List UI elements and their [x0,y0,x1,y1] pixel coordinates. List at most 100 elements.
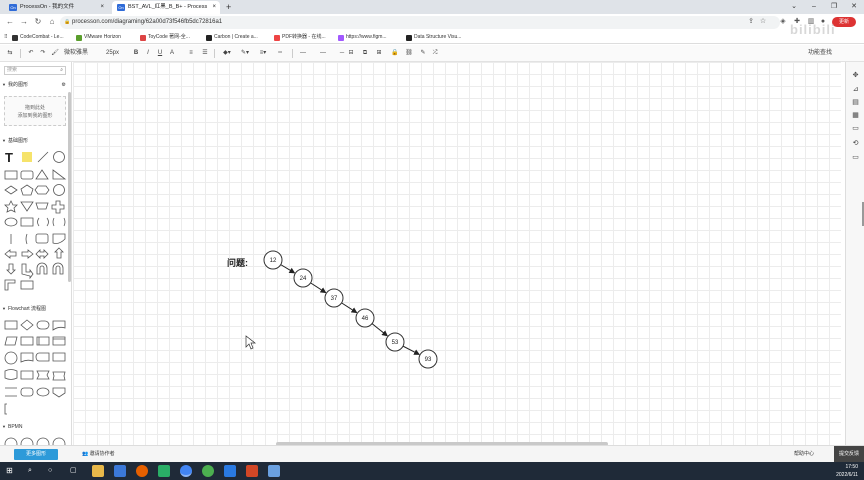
flowchart-header[interactable]: ▼ Flowchart 流程图 [0,304,71,314]
edge-arrow[interactable] [280,264,296,274]
maximize-button[interactable]: ❐ [824,0,844,14]
window-close-button[interactable]: ✕ [844,0,864,14]
profile-update-button[interactable]: 更新 [832,17,856,27]
italic-button[interactable]: I [144,48,152,59]
home-icon[interactable]: ⌂ [46,16,58,28]
format-painter-icon[interactable]: 🖌 [50,48,60,59]
tree-node[interactable]: 37 [324,288,344,308]
new-tab-button[interactable]: + [226,1,231,13]
diagram-canvas[interactable]: 问题: 12 24 37 46 53 93 [73,62,841,445]
tab-search-icon[interactable]: ⌄ [784,0,804,14]
bold-button[interactable]: B [132,48,140,59]
search-icon[interactable]: ⌕ [28,465,40,477]
apps-icon[interactable]: ⠿ [4,31,8,44]
invite-collaborator-button[interactable]: 👥 邀请协作者 [82,449,115,460]
connector-style-icon[interactable]: — [296,48,310,59]
app-icon[interactable] [268,465,280,477]
font-size-select[interactable]: 25px [106,48,126,59]
valign-icon[interactable]: ☰ [200,48,210,59]
feedback-button[interactable]: 提交反馈 [834,446,864,463]
edge-arrow[interactable] [371,323,388,337]
url-bar[interactable]: 🔒 processon.com/diagraming/62a00d73f546f… [60,16,780,29]
edge-arrow[interactable] [402,345,420,355]
manage-icon[interactable]: ⚙ [62,80,66,90]
tree-node[interactable]: 53 [385,332,405,352]
file-explorer-icon[interactable] [92,465,104,477]
extension-icon[interactable]: ◈ [778,17,788,27]
search-icon[interactable]: ⌕ [60,67,63,74]
line-style-icon[interactable]: ┅ [274,48,286,59]
page-icon[interactable]: ▭ [850,123,861,134]
share-icon[interactable]: ⇪ [746,17,756,27]
app-icon[interactable] [224,465,236,477]
data-icon[interactable]: ▦ [850,110,861,121]
comment-icon[interactable]: ▭ [850,152,861,163]
firefox-icon[interactable] [136,465,148,477]
more-options-icon[interactable]: ⤮ [430,48,440,59]
help-center-link[interactable]: 帮助中心 [794,449,814,460]
tab-processon-diagram[interactable]: On BST_AVL_红黑_B_B+ - Process × [112,1,220,14]
task-view-icon[interactable]: ○ [48,465,60,477]
line-color-icon[interactable]: ✎▾ [238,48,252,59]
collapse-icon[interactable]: ⇆ [4,48,16,59]
tree-node[interactable]: 93 [418,349,438,369]
tree-node[interactable]: 24 [293,268,313,288]
more-shapes-button[interactable]: 更多图形 [14,449,58,460]
line-width-icon[interactable]: ≡▾ [256,48,270,59]
bookmark-item[interactable]: VMware Horizon [76,31,121,44]
close-icon[interactable]: × [100,1,104,14]
app-icon[interactable] [202,465,214,477]
back-icon[interactable]: ← [4,16,16,28]
basic-shapes-header[interactable]: ▼ 基础图形 [0,136,71,146]
redo-icon[interactable]: ↷ [38,48,48,59]
navigator-icon[interactable]: ✥ [850,70,861,81]
ungroup-icon[interactable]: ⊞ [374,48,384,59]
flowchart-shapes-grid[interactable] [4,318,68,418]
align-icon[interactable]: ≡ [186,48,196,59]
bookmark-item[interactable]: CodeCombat - Le... [12,31,64,44]
forward-icon[interactable]: → [18,16,30,28]
link-icon[interactable]: ⛓ [404,48,414,59]
chrome-icon[interactable] [180,465,192,477]
edge-arrow[interactable] [341,302,358,314]
function-search-button[interactable]: 功能查找 [800,48,840,59]
arrange-icon[interactable]: ⊟ [346,48,356,59]
panel-scrollbar[interactable] [68,92,71,282]
fill-color-icon[interactable]: ◆▾ [220,48,234,59]
my-shapes-dropzone[interactable]: 拖到此处 添加到我的图形 [4,96,66,126]
bookmark-item[interactable]: ToyCode 著网-全... [140,31,190,44]
system-clock[interactable]: 17:50 2022/6/11 [836,463,858,479]
bookmark-item[interactable]: Carbon | Create a... [206,31,258,44]
bpmn-header[interactable]: ▼ BPMN [0,422,71,432]
basic-shapes-grid[interactable]: T [4,150,68,300]
task-switch-icon[interactable]: ▢ [70,465,82,477]
powerpoint-icon[interactable] [246,465,258,477]
store-icon[interactable] [114,465,126,477]
tab-processon-files[interactable]: On ProcessOn - 我的文件 × [4,1,108,14]
bookmark-item[interactable]: Data Structure Visu... [406,31,461,44]
bookmark-item[interactable]: PDF转换器 - 在线... [274,31,326,44]
close-icon[interactable]: × [212,1,216,14]
font-color-button[interactable]: A [168,48,176,59]
underline-button[interactable]: U [156,48,164,59]
tree-node[interactable]: 12 [263,250,283,270]
my-shapes-header[interactable]: ▼ 我的图形 ⚙ [0,80,71,90]
style-icon[interactable]: ⊿ [850,84,861,95]
history-icon[interactable]: ⟲ [850,138,861,149]
start-arrow-icon[interactable]: — [314,48,332,59]
shape-search-input[interactable]: 搜索 ⌕ [4,66,66,75]
bookmark-star-icon[interactable]: ☆ [758,17,768,27]
reload-icon[interactable]: ↻ [32,16,44,28]
bpmn-shapes-grid[interactable] [4,436,68,445]
lock-icon[interactable]: 🔒 [390,48,400,59]
group-icon[interactable]: ⧉ [360,48,370,59]
wechat-icon[interactable] [158,465,170,477]
tree-node[interactable]: 46 [355,308,375,328]
bookmark-item[interactable]: https://www.figm... [338,31,387,44]
minimize-button[interactable]: – [804,0,824,14]
windows-start-icon[interactable]: ⊞ [6,465,18,477]
layer-icon[interactable]: ▤ [850,97,861,108]
edit-icon[interactable]: ✎ [418,48,428,59]
font-family-select[interactable]: 微软雅黑 [64,48,102,59]
edge-arrow[interactable] [310,282,327,294]
